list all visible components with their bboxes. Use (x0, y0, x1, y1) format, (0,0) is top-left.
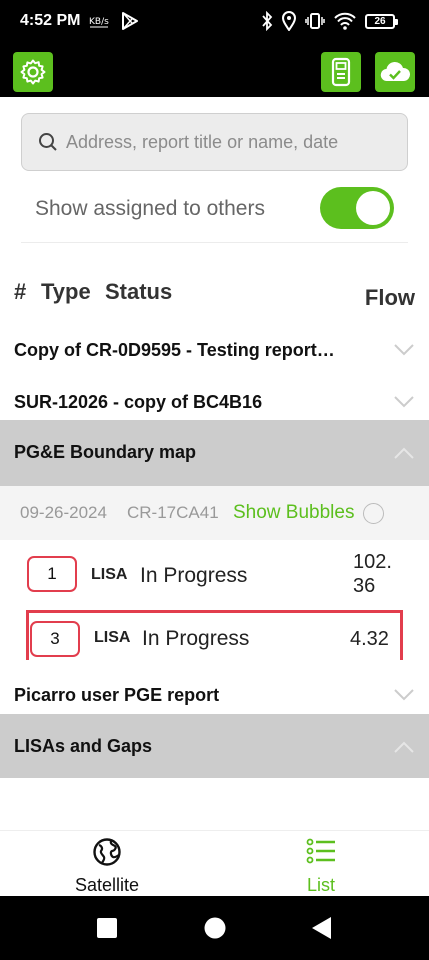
lisa-id: 3 (50, 629, 60, 648)
sync-button[interactable] (375, 52, 415, 92)
lisa-id-badge: 1 (27, 556, 77, 592)
tab-satellite[interactable]: Satellite (0, 831, 214, 897)
show-bubbles-label[interactable]: Show Bubbles (233, 502, 354, 524)
back-triangle-icon[interactable] (309, 915, 333, 941)
settings-button[interactable] (13, 52, 53, 92)
tab-list[interactable]: List (214, 831, 428, 897)
gear-icon (20, 59, 46, 85)
battery-icon: 26 (365, 13, 398, 29)
tab-label: Satellite (74, 875, 140, 895)
list-icon (306, 838, 335, 864)
report-title: LISAs and Gaps (14, 736, 153, 756)
column-hash: # (14, 279, 27, 304)
battery-level: 26 (374, 15, 386, 27)
show-bubbles-radio[interactable] (363, 503, 384, 524)
report-row-expanded[interactable]: PG&E Boundary map (0, 420, 429, 486)
lisa-type: LISA (94, 629, 131, 646)
chevron-up-icon (394, 741, 414, 753)
network-speed-icon: KB/s (89, 17, 109, 28)
lisa-flow-line2: 36 (353, 575, 376, 597)
status-time: 4:52 PM (20, 12, 81, 29)
device-button[interactable] (321, 52, 361, 92)
chevron-down-icon (394, 689, 414, 701)
column-flow: Flow (364, 285, 415, 310)
lisa-id: 1 (47, 564, 57, 583)
search-placeholder: Address, report title or name, date (66, 131, 339, 152)
status-bar: 4:52 PM KB/s 26 (0, 0, 429, 45)
lisa-flow: 102. 36 (353, 550, 392, 598)
report-title: PG&E Boundary map (14, 442, 197, 462)
report-meta-row: 09-26-2024 CR-17CA41 Show Bubbles (0, 486, 429, 540)
report-title: SUR-12026 - copy of BC4B16 (14, 392, 263, 412)
device-icon (331, 57, 351, 87)
bottom-tab-bar: Satellite List (0, 830, 429, 896)
lisa-type: LISA (91, 566, 128, 583)
chevron-up-icon (394, 447, 414, 459)
home-circle-icon[interactable] (203, 916, 227, 940)
search-input[interactable]: Address, report title or name, date (21, 113, 408, 171)
column-status: Status (105, 279, 173, 304)
lisa-flow-line1: 4.32 (350, 628, 389, 650)
lisa-flow: 4.32 (350, 627, 389, 651)
chevron-down-icon (394, 396, 414, 408)
wifi-icon (334, 12, 356, 30)
column-type: Type (41, 279, 91, 304)
system-navigation-bar (0, 896, 429, 960)
location-icon (282, 11, 296, 31)
show-assigned-label: Show assigned to others (35, 197, 265, 220)
search-icon (39, 133, 57, 151)
app-bar (0, 45, 429, 97)
lisa-row[interactable]: 1 LISA In Progress 102. 36 (0, 545, 429, 605)
report-row-expanded[interactable]: LISAs and Gaps (0, 714, 429, 778)
vibrate-icon (305, 13, 325, 29)
play-store-icon (122, 12, 138, 30)
cloud-check-icon (380, 61, 411, 82)
bluetooth-icon (262, 11, 273, 31)
recents-square-icon[interactable] (96, 917, 118, 939)
report-row[interactable]: Copy of CR-0D9595 - Testing report… (0, 325, 429, 377)
lisa-status: In Progress (140, 564, 248, 587)
chevron-down-icon (394, 344, 414, 356)
lisa-status: In Progress (142, 627, 250, 650)
column-header-row: # Type Status Flow (0, 270, 429, 318)
show-assigned-row: Show assigned to others (21, 185, 408, 243)
report-date: 09-26-2024 (20, 503, 107, 522)
report-code: CR-17CA41 (127, 503, 219, 522)
report-title: Copy of CR-0D9595 - Testing report… (14, 340, 335, 360)
lisa-row[interactable]: 3 LISA In Progress 4.32 (0, 615, 429, 663)
lisa-flow-line1: 102. (353, 551, 392, 573)
svg-text:KB/s: KB/s (89, 17, 109, 27)
tab-label: List (306, 875, 335, 895)
report-title: Picarro user PGE report (14, 685, 220, 705)
show-assigned-toggle[interactable] (320, 187, 394, 229)
globe-icon (93, 838, 121, 866)
lisa-id-badge: 3 (30, 621, 80, 657)
